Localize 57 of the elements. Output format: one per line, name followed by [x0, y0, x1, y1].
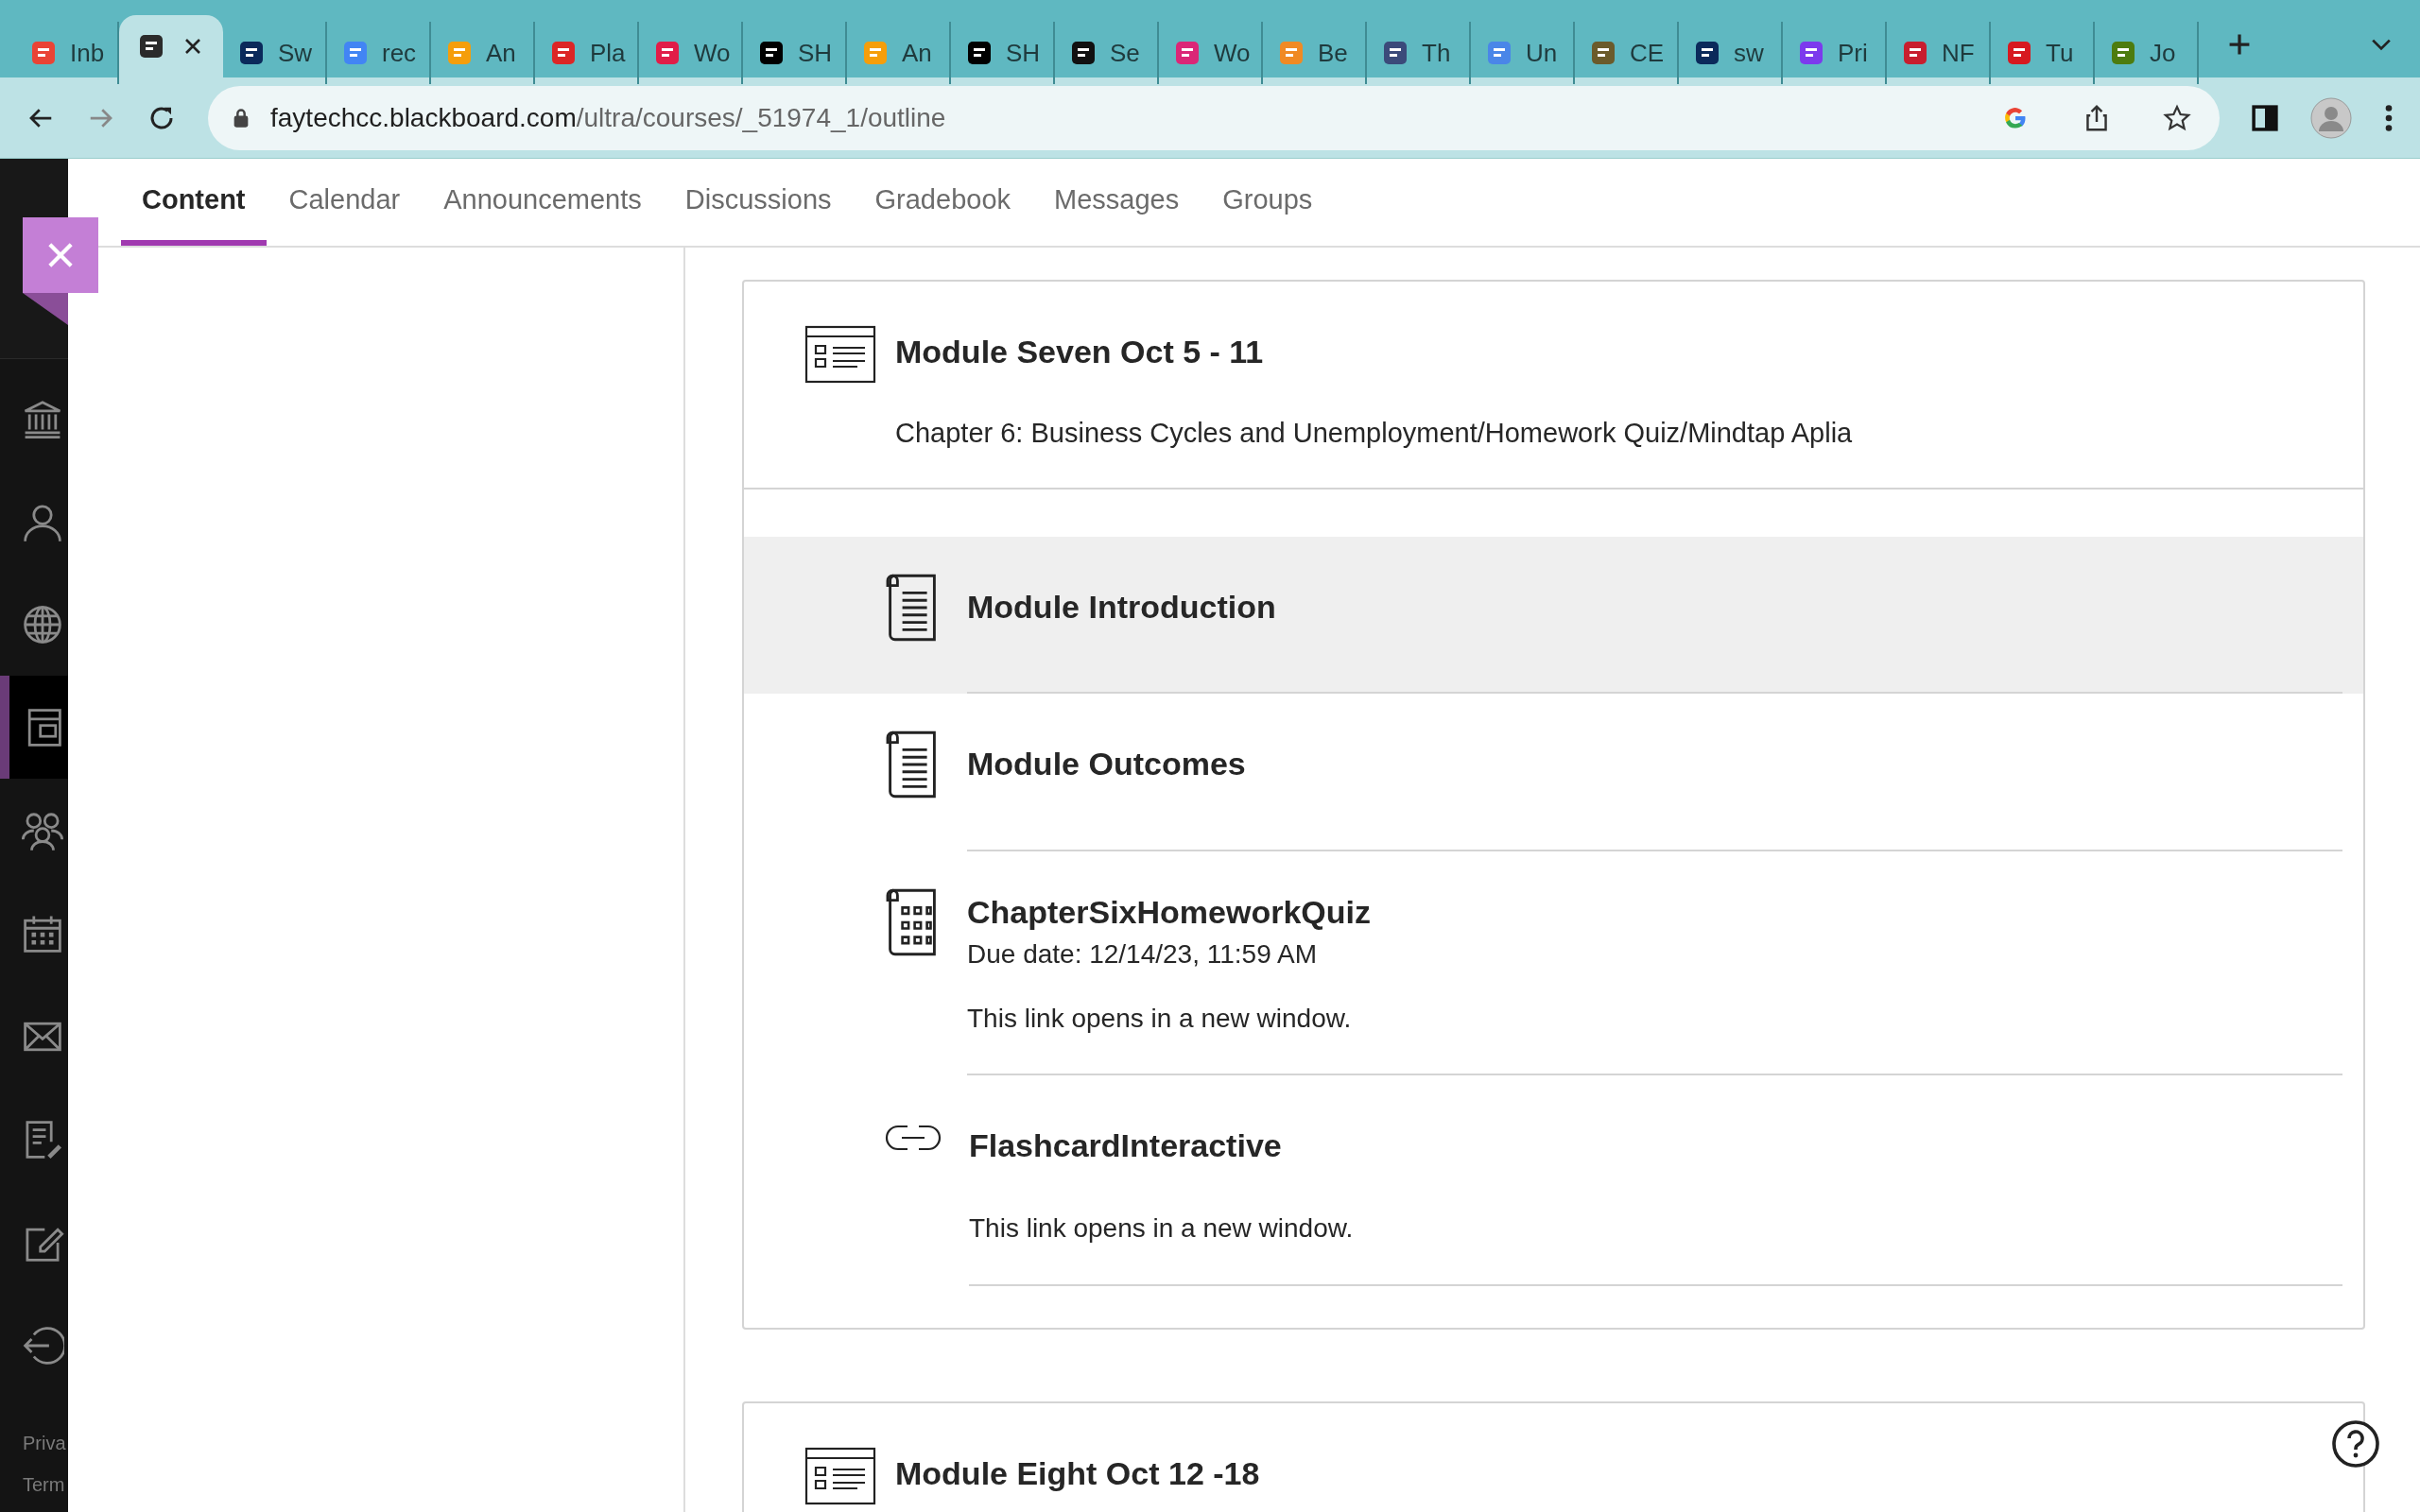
new-tab-icon[interactable] — [2227, 32, 2252, 57]
star-icon[interactable] — [2163, 103, 2191, 132]
tab-title: An — [486, 37, 516, 69]
url-text: faytechcc.blackboard.com/ultra/courses/_51974_1/outline — [270, 101, 947, 134]
sidebar-item[interactable] — [0, 676, 68, 779]
footer-link[interactable]: Term — [23, 1470, 68, 1499]
tab-title: sw — [1734, 37, 1764, 69]
tab-title: Sw — [278, 37, 313, 69]
item-title[interactable]: FlashcardInteractive — [969, 1126, 2342, 1165]
course-tab[interactable]: Content — [121, 157, 267, 246]
course-tab[interactable]: Calendar — [268, 157, 422, 246]
item-note: This link opens in a new window. — [967, 1002, 1353, 1035]
footer-link[interactable]: Priva — [23, 1429, 68, 1457]
module-description: Chapter 6: Business Cycles and Unemployment/Homework Quiz/Mindtap Aplia — [895, 416, 1853, 450]
course-tab[interactable]: Groups — [1201, 157, 1334, 246]
browser-tab[interactable] — [119, 15, 223, 77]
tab-title: rec — [382, 37, 417, 69]
tab-title: NF — [1942, 37, 1975, 69]
module-title[interactable]: Module Seven Oct 5 - 11 — [895, 333, 1853, 371]
share-icon[interactable] — [2083, 103, 2110, 132]
content-item[interactable]: Module Introduction — [744, 536, 2363, 695]
tab-title: Jo — [2150, 37, 2176, 69]
item-title[interactable]: Module Introduction — [967, 587, 2342, 627]
tab-title: Be — [1318, 37, 1348, 69]
tab-title: Tu — [2046, 37, 2074, 69]
tab-title: SH — [1006, 37, 1041, 69]
tab-title: Pri — [1838, 37, 1868, 69]
close-button-tail — [23, 293, 68, 325]
course-tab[interactable]: Discussions — [664, 157, 853, 246]
close-icon[interactable] — [183, 37, 202, 56]
tab-title: Wo — [1214, 37, 1251, 69]
course-tab[interactable]: Messages — [1033, 157, 1201, 246]
tab-title: Th — [1422, 37, 1451, 69]
close-button[interactable] — [23, 217, 98, 293]
help-icon[interactable] — [2331, 1419, 2380, 1469]
due-date: Due date: 12/14/23, 11:59 AM — [967, 938, 1318, 971]
tab-title: SH — [798, 37, 833, 69]
chevron-down-icon[interactable] — [2371, 38, 2392, 51]
tab-title: Un — [1526, 37, 1558, 69]
outline-icon — [804, 1446, 876, 1505]
tab-title: Wo — [694, 37, 731, 69]
tab-title: CE — [1630, 37, 1665, 69]
tab-title: Pla — [590, 37, 626, 69]
outline-icon — [804, 325, 876, 384]
item-title[interactable]: ChapterSixHomeworkQuiz — [967, 893, 2342, 932]
side-panel-icon[interactable] — [2252, 104, 2278, 131]
module-title[interactable]: Module Eight Oct 12 -18 — [895, 1453, 1260, 1493]
menu-icon[interactable] — [2384, 103, 2394, 132]
address-bar[interactable]: faytechcc.blackboard.com/ultra/courses/_51974_1/outline — [208, 85, 2220, 150]
lock-icon — [233, 107, 250, 129]
course-tab[interactable]: Gradebook — [854, 157, 1032, 246]
tab-title: Inb — [70, 37, 105, 69]
item-note: This link opens in a new window. — [969, 1211, 1355, 1245]
tab-title: Se — [1110, 37, 1140, 69]
item-title[interactable]: Module Outcomes — [967, 745, 2342, 784]
course-tab[interactable]: Announcements — [423, 157, 663, 246]
tab-title: An — [902, 37, 932, 69]
